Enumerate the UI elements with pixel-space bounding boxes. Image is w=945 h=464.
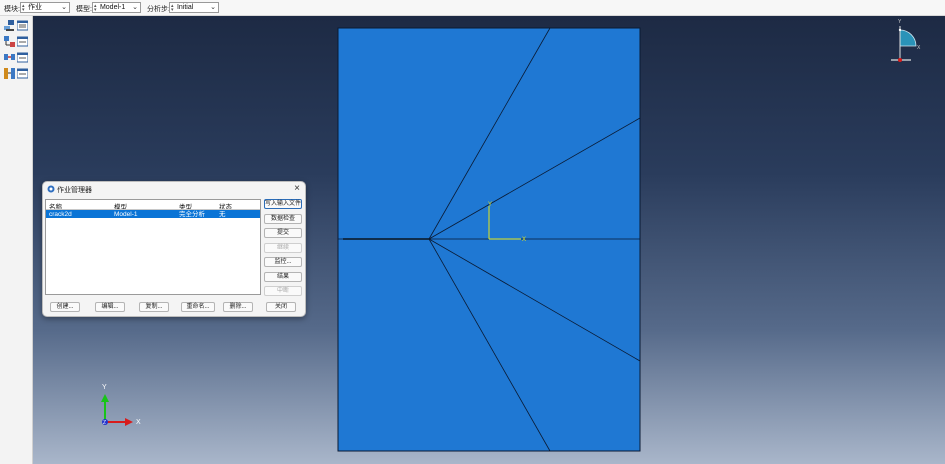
job-manager-icon[interactable] bbox=[17, 20, 28, 31]
spin-arrows-icon: ▴ ▾ bbox=[94, 3, 97, 13]
adaptivity-icon[interactable] bbox=[4, 36, 15, 47]
edit-button[interactable]: 编辑... bbox=[95, 302, 125, 312]
rename-button[interactable]: 重命名... bbox=[181, 302, 215, 312]
chevron-down-icon: ⌄ bbox=[132, 4, 138, 11]
copy-button[interactable]: 复制... bbox=[139, 302, 169, 312]
step-label: 分析步: bbox=[147, 6, 170, 13]
data-check-button[interactable]: 数据检查 bbox=[264, 214, 302, 224]
triad-z-label: Z bbox=[103, 420, 106, 426]
triad-x-label: X bbox=[136, 419, 141, 426]
job-table[interactable]: 名称 模型 类型 状态 crack2d Model-1 完全分析 无 bbox=[45, 199, 261, 295]
step-value: Initial bbox=[176, 4, 194, 11]
dismiss-button[interactable]: 关闭 bbox=[266, 302, 296, 312]
csys-x-label: X bbox=[522, 237, 526, 243]
step-select[interactable]: ▴ ▾ Initial ⌄ bbox=[169, 2, 219, 13]
co-execution-icon[interactable] bbox=[4, 52, 15, 63]
csys-y-label: Y bbox=[488, 202, 492, 208]
delete-button[interactable]: 删除... bbox=[223, 302, 253, 312]
spin-arrows-icon: ▴ ▾ bbox=[171, 3, 174, 13]
module-select[interactable]: ▴ ▾ 作业 ⌄ bbox=[20, 2, 70, 13]
dialog-title: 作业管理器 bbox=[57, 187, 92, 194]
context-bar: 模块: ▴ ▾ 作业 ⌄ 模型: ▴ ▾ Model-1 ⌄ 分析步: ▴ ▾ Ini… bbox=[0, 0, 945, 16]
view-cube-icon[interactable]: Y X bbox=[891, 19, 921, 62]
create-job-icon[interactable] bbox=[4, 20, 15, 31]
triad-y-label: Y bbox=[102, 384, 107, 391]
view-cube-y-label: Y bbox=[898, 19, 902, 25]
chevron-down-icon: ⌄ bbox=[61, 4, 67, 11]
close-icon[interactable]: × bbox=[294, 183, 300, 194]
write-input-button[interactable]: 写入输入文件 bbox=[264, 199, 302, 209]
optimization-icon[interactable] bbox=[4, 68, 15, 79]
module-value: 作业 bbox=[27, 4, 42, 11]
view-triad: Y X Z bbox=[101, 384, 141, 426]
chevron-down-icon: ⌄ bbox=[210, 4, 216, 11]
co-execution-manager-icon[interactable] bbox=[17, 52, 28, 63]
module-label: 模块: bbox=[4, 6, 20, 13]
kill-button[interactable]: 中断 bbox=[264, 286, 302, 296]
view-cube-x-label: X bbox=[917, 45, 921, 51]
model-label: 模型: bbox=[76, 6, 92, 13]
job-type-cell: 完全分析 bbox=[179, 211, 205, 218]
adaptivity-manager-icon[interactable] bbox=[17, 36, 28, 47]
toolbox bbox=[0, 16, 33, 464]
job-model-cell: Model-1 bbox=[114, 211, 138, 218]
job-name-cell: crack2d bbox=[49, 211, 72, 218]
monitor-button[interactable]: 监控... bbox=[264, 257, 302, 267]
optimization-manager-icon[interactable] bbox=[17, 68, 28, 79]
job-status-cell: 无 bbox=[219, 211, 226, 218]
model-select[interactable]: ▴ ▾ Model-1 ⌄ bbox=[92, 2, 141, 13]
create-button[interactable]: 创建... bbox=[50, 302, 80, 312]
continue-button[interactable]: 继续 bbox=[264, 243, 302, 253]
results-button[interactable]: 结果 bbox=[264, 272, 302, 282]
submit-button[interactable]: 提交 bbox=[264, 228, 302, 238]
table-row[interactable]: crack2d Model-1 完全分析 无 bbox=[46, 210, 260, 218]
model-value: Model-1 bbox=[99, 4, 126, 11]
spin-arrows-icon: ▴ ▾ bbox=[22, 3, 25, 13]
job-manager-dialog: 作业管理器 × 名称 模型 类型 状态 crack2d Model-1 完全分析… bbox=[42, 181, 306, 317]
job-manager-title-icon bbox=[47, 185, 55, 193]
